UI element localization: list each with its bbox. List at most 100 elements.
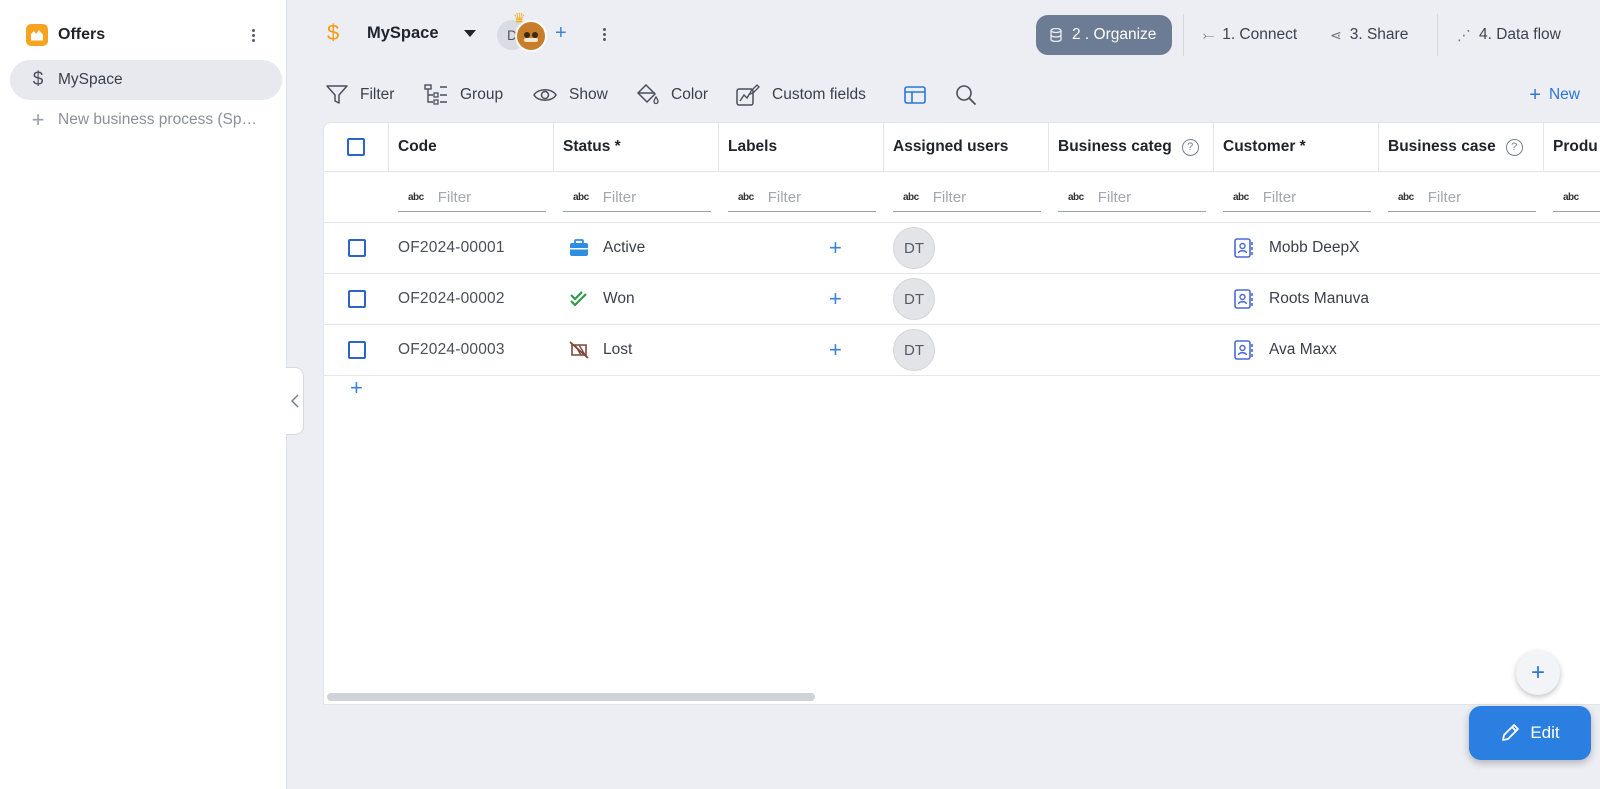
filter-input-code[interactable]: [437, 189, 528, 206]
status-cell[interactable]: Won: [569, 274, 635, 324]
add-label-plus-icon[interactable]: +: [829, 235, 842, 261]
filter-button[interactable]: Filter: [326, 80, 394, 110]
customer-cell[interactable]: Ava Maxx: [1234, 325, 1337, 375]
space-dropdown-caret-icon[interactable]: [459, 24, 481, 44]
horizontal-scrollbar[interactable]: [327, 693, 815, 701]
add-floating-button[interactable]: +: [1516, 651, 1560, 695]
group-button[interactable]: Group: [424, 80, 503, 110]
text-type-icon: abc: [1398, 192, 1414, 203]
space-name[interactable]: MySpace: [367, 24, 439, 43]
new-label: New: [1548, 86, 1580, 103]
edit-label: Edit: [1530, 723, 1560, 742]
row-checkbox[interactable]: [347, 239, 366, 257]
select-all-checkbox[interactable]: [347, 138, 365, 156]
table-view-button[interactable]: [904, 80, 938, 110]
table-view-icon: [904, 86, 926, 104]
step-share-button[interactable]: ⋖ 3. Share: [1330, 23, 1408, 47]
filter-input-customer[interactable]: [1262, 189, 1353, 206]
code-cell[interactable]: OF2024-00001: [398, 223, 505, 273]
code-cell[interactable]: OF2024-00003: [398, 325, 505, 375]
help-icon[interactable]: ?: [1181, 138, 1199, 156]
table-header-row: Code Status * Labels Assigned users Busi…: [324, 123, 1600, 172]
assigned-users-cell[interactable]: DT: [893, 223, 935, 273]
sidebar-item-myspace[interactable]: $ MySpace: [10, 60, 282, 100]
labels-cell[interactable]: +: [829, 223, 842, 273]
filter-product[interactable]: abc: [1553, 184, 1600, 212]
filter-input-status[interactable]: [602, 189, 693, 206]
search-button[interactable]: [955, 80, 989, 110]
column-header-labels[interactable]: Labels: [719, 123, 884, 171]
column-header-code[interactable]: Code: [389, 123, 554, 171]
filter-code[interactable]: abc: [398, 184, 546, 212]
color-button[interactable]: Color: [635, 80, 708, 110]
step-share-label: 3. Share: [1349, 26, 1409, 43]
row-checkbox[interactable]: [347, 290, 366, 308]
filter-input-business-case[interactable]: [1427, 189, 1518, 206]
filter-labels[interactable]: abc: [728, 184, 876, 212]
column-header-assigned-users[interactable]: Assigned users: [884, 123, 1049, 171]
labels-cell[interactable]: +: [829, 325, 842, 375]
filter-input-labels[interactable]: [767, 189, 858, 206]
plus-icon: +: [1529, 83, 1541, 106]
table-row[interactable]: OF2024-00002 Won + DT Roots Manuva: [324, 274, 1600, 325]
text-type-icon: abc: [1563, 192, 1579, 203]
help-icon[interactable]: ?: [1505, 138, 1523, 156]
collapse-sidebar-button[interactable]: [286, 367, 304, 435]
step-dataflow-button[interactable]: ⋰ 4. Data flow: [1457, 23, 1561, 47]
assigned-users-cell[interactable]: DT: [893, 274, 935, 324]
contact-card-icon: [1234, 340, 1253, 360]
crown-icon: ♛: [513, 10, 526, 26]
step-organize-button[interactable]: 2 . Organize: [1036, 15, 1172, 55]
sidebar-header: Offers: [26, 22, 271, 48]
table-row[interactable]: OF2024-00001 Active + DT Mobb DeepX: [324, 223, 1600, 274]
table-row[interactable]: OF2024-00003 Lost + DT Ava Maxx: [324, 325, 1600, 376]
double-check-icon: [570, 291, 587, 307]
customer-cell[interactable]: Mobb DeepX: [1234, 223, 1359, 273]
add-label-plus-icon[interactable]: +: [829, 337, 842, 363]
add-row-plus-icon[interactable]: +: [350, 375, 363, 401]
labels-cell[interactable]: +: [829, 274, 842, 324]
add-member-plus-icon[interactable]: +: [555, 22, 567, 45]
text-type-icon: abc: [573, 192, 589, 203]
filter-input-assigned-users[interactable]: [932, 189, 1023, 206]
step-connect-button[interactable]: ⤚ 1. Connect: [1203, 23, 1297, 47]
text-type-icon: abc: [1233, 192, 1249, 203]
filter-input-business-category[interactable]: [1097, 189, 1188, 206]
column-header-business-case[interactable]: Business case?: [1379, 123, 1544, 171]
filter-assigned-users[interactable]: abc: [893, 184, 1041, 212]
sidebar-item-new-business-process[interactable]: + New business process (Space): [10, 100, 282, 140]
sidebar-menu-kebab-icon[interactable]: [245, 24, 261, 46]
column-header-product[interactable]: Produ: [1544, 123, 1600, 171]
filter-business-case[interactable]: abc: [1388, 184, 1536, 212]
code-cell[interactable]: OF2024-00002: [398, 274, 505, 324]
user-avatar[interactable]: DT: [893, 329, 935, 371]
user-avatar[interactable]: DT: [893, 278, 935, 320]
view-toolbar: Filter Group Show Color Custom fields + …: [287, 76, 1600, 116]
space-members[interactable]: D ♛: [497, 10, 549, 52]
row-select-cell: [324, 325, 389, 375]
column-header-business-category[interactable]: Business categ?: [1049, 123, 1214, 171]
space-menu-kebab-icon[interactable]: [599, 24, 609, 44]
filter-business-category[interactable]: abc: [1058, 184, 1206, 212]
new-record-button[interactable]: + New: [1529, 80, 1580, 110]
custom-fields-label: Custom fields: [772, 86, 866, 103]
show-button[interactable]: Show: [533, 80, 608, 110]
filter-customer[interactable]: abc: [1223, 184, 1371, 212]
text-type-icon: abc: [1068, 192, 1084, 203]
column-header-status[interactable]: Status *: [554, 123, 719, 171]
filter-status[interactable]: abc: [563, 184, 711, 212]
custom-fields-button[interactable]: Custom fields: [736, 80, 866, 110]
status-cell[interactable]: Lost: [569, 325, 632, 375]
select-all-cell: [324, 123, 389, 171]
add-label-plus-icon[interactable]: +: [829, 286, 842, 312]
edit-button[interactable]: Edit: [1469, 706, 1591, 760]
column-header-customer[interactable]: Customer *: [1214, 123, 1379, 171]
user-avatar[interactable]: DT: [893, 227, 935, 269]
row-checkbox[interactable]: [347, 341, 366, 359]
database-icon: [1050, 28, 1062, 42]
dollar-icon: $: [32, 69, 44, 90]
customer-cell[interactable]: Roots Manuva: [1234, 274, 1369, 324]
step-organize-label: 2 . Organize: [1072, 26, 1157, 43]
status-cell[interactable]: Active: [569, 223, 645, 273]
assigned-users-cell[interactable]: DT: [893, 325, 935, 375]
